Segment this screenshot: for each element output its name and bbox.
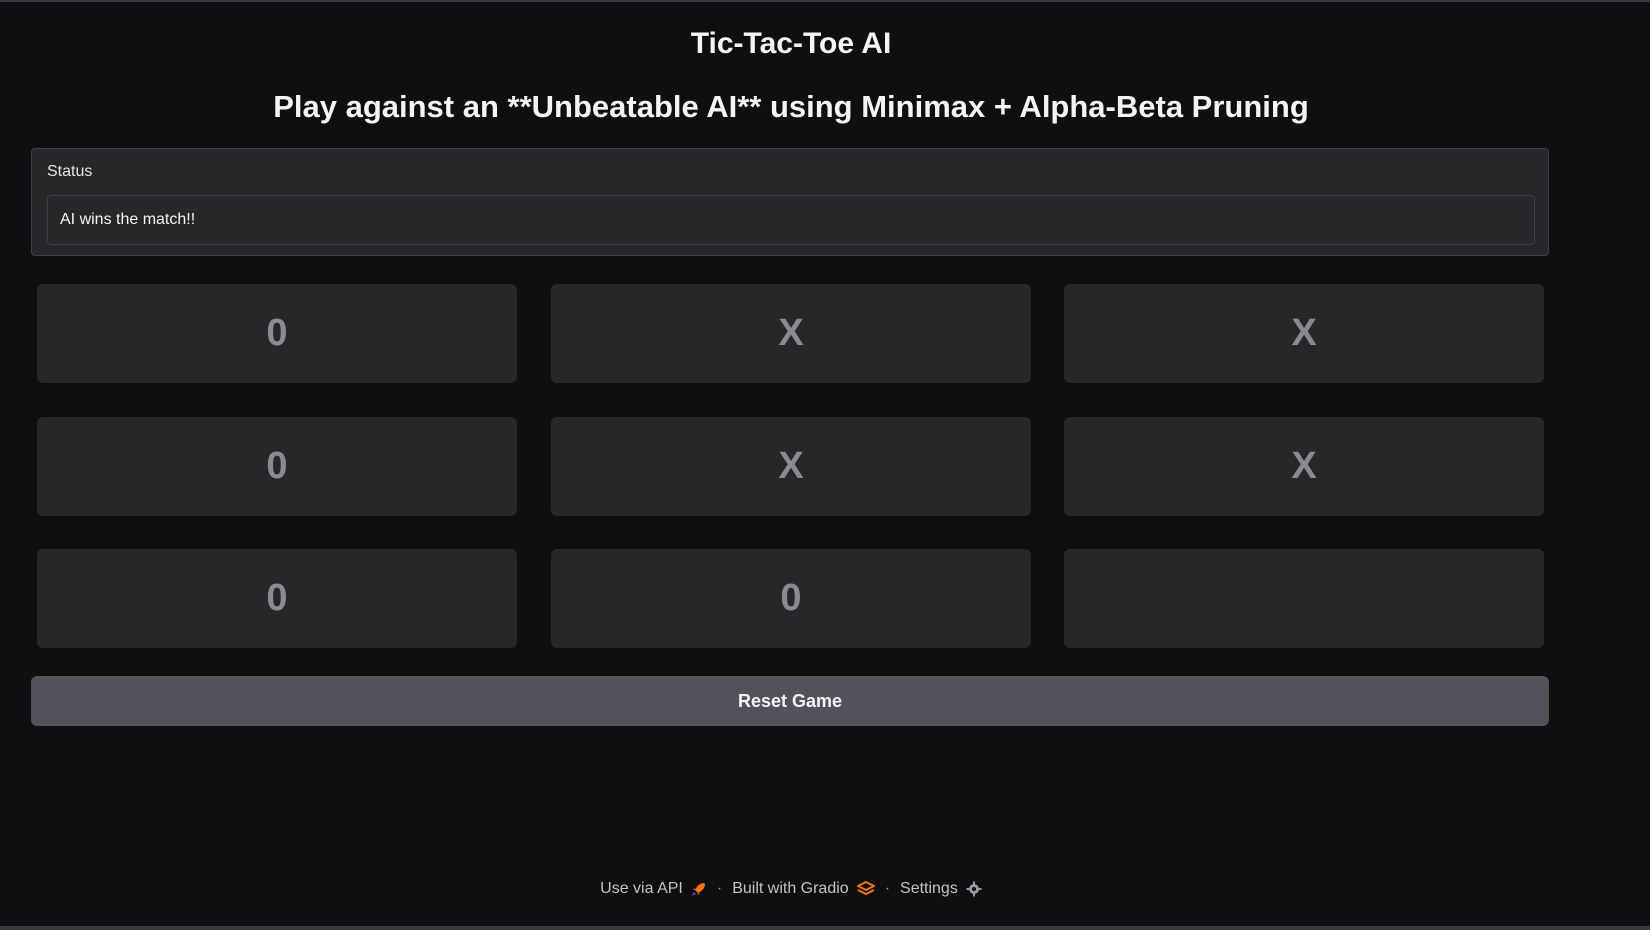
app-container: Tic-Tac-Toe AI Play against an **Unbeata… xyxy=(31,0,1551,726)
cell-3[interactable]: 0 xyxy=(37,417,517,516)
settings-link[interactable]: Settings xyxy=(900,880,982,898)
cell-5[interactable]: X xyxy=(1064,417,1544,516)
cell-6[interactable]: 0 xyxy=(37,549,517,648)
cell-4[interactable]: X xyxy=(551,417,1031,516)
page-subtitle: Play against an **Unbeatable AI** using … xyxy=(273,89,1309,124)
status-field[interactable] xyxy=(47,195,1535,245)
footer-separator: · xyxy=(716,880,723,897)
gradio-logo-icon xyxy=(856,881,875,897)
page-title: Tic-Tac-Toe AI xyxy=(690,27,892,60)
cell-1[interactable]: X xyxy=(551,284,1031,383)
status-panel: Status xyxy=(31,148,1549,256)
cell-8[interactable] xyxy=(1064,549,1544,648)
cell-2[interactable]: X xyxy=(1064,284,1544,383)
footer-separator-2: · xyxy=(884,880,891,897)
cell-0[interactable]: 0 xyxy=(37,284,517,383)
bottom-border xyxy=(0,926,1650,930)
status-label: Status xyxy=(47,163,93,180)
built-with-gradio-label: Built with Gradio xyxy=(732,880,849,897)
footer: Use via API · Built with Gradio · Settin… xyxy=(0,880,1582,898)
rocket-icon xyxy=(691,881,707,897)
cell-7[interactable]: 0 xyxy=(551,549,1031,648)
reset-game-button[interactable]: Reset Game xyxy=(31,676,1549,726)
use-via-api-label: Use via API xyxy=(600,880,683,897)
use-via-api-link[interactable]: Use via API xyxy=(600,880,707,898)
settings-label: Settings xyxy=(900,880,958,897)
gear-icon xyxy=(966,881,982,897)
built-with-gradio-link[interactable]: Built with Gradio xyxy=(732,880,875,898)
